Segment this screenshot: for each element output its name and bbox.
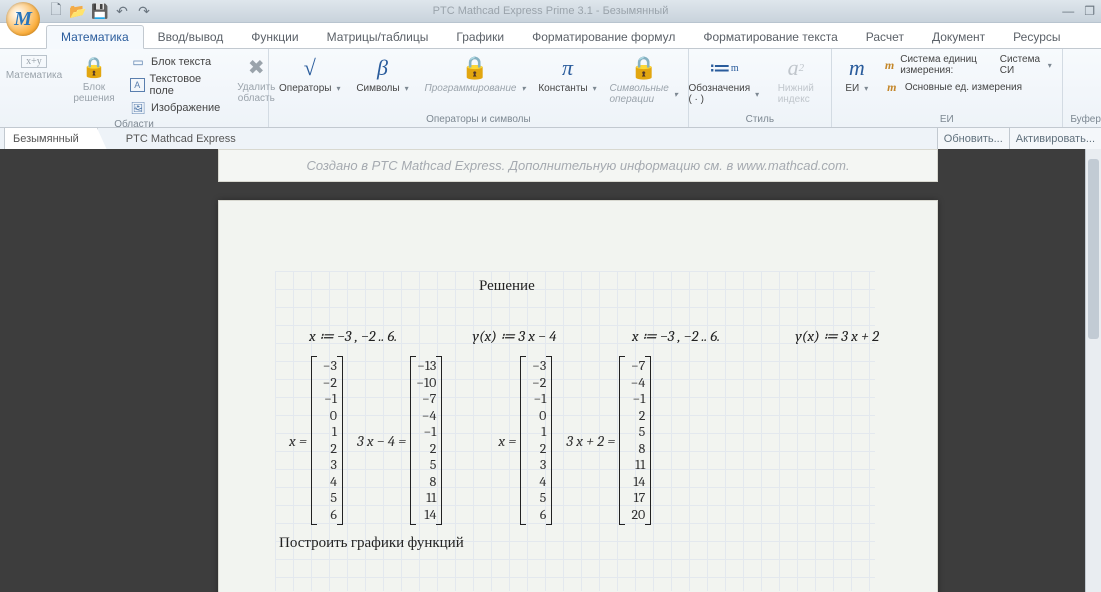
minimize-button[interactable]: —: [1062, 4, 1074, 18]
quick-access-toolbar: 🗋 📂 💾 ↶ ↷: [48, 3, 152, 19]
new-icon[interactable]: 🗋: [48, 3, 64, 19]
tab-math[interactable]: Математика: [46, 25, 144, 49]
group-operators-label: Операторы и символы: [275, 112, 682, 127]
activate-button[interactable]: Активировать...: [1009, 128, 1101, 150]
chevron-down-icon: ▾: [1048, 61, 1052, 70]
window-title: PTC Mathcad Express Prime 3.1 - Безымянн…: [433, 5, 669, 17]
group-units-label: ЕИ: [838, 112, 1056, 127]
solve-block-button: 🔒 Блок решения: [66, 53, 122, 106]
ribbon-tabs: Математика Ввод/вывод Функции Матрицы/та…: [0, 23, 1101, 49]
ribbon: x+y Математика 🔒 Блок решения ▭Блок текс…: [0, 49, 1101, 128]
canvas[interactable]: Создано в PTC Mathcad Express. Дополните…: [0, 149, 1101, 592]
save-icon[interactable]: 💾: [92, 3, 108, 19]
chevron-down-icon: ▾: [755, 90, 759, 99]
title-bar: M 🗋 📂 💾 ↶ ↷ PTC Mathcad Express Prime 3.…: [0, 0, 1101, 23]
text-field-button[interactable]: AТекстовое поле: [126, 72, 224, 98]
task-text[interactable]: Построить графики функций: [279, 533, 464, 552]
text-block-icon: ▭: [130, 54, 146, 70]
constants-button[interactable]: π Константы▾: [533, 53, 601, 96]
operators-icon: √: [304, 55, 316, 81]
group-clipboard-label: Буфер о: [1069, 112, 1101, 127]
tab-calc[interactable]: Расчет: [852, 26, 918, 48]
x-vector-2[interactable]: x = −3−2−10123456: [498, 356, 552, 525]
programming-button: 🔒 Программирование▾: [420, 53, 529, 96]
units-icon: m: [849, 55, 865, 81]
lock-icon: 🔒: [82, 55, 107, 80]
def-x2[interactable]: x ≔ −3 , −2 .. 6.: [632, 327, 720, 345]
image-button[interactable]: 🖼Изображение: [126, 99, 224, 117]
subscript-button: a2 Нижний индекс: [762, 53, 830, 107]
math-region-button: x+y Математика: [6, 53, 62, 83]
tab-document[interactable]: Документ: [918, 26, 999, 48]
y2-vector-values: −7−4−125811141720: [619, 356, 651, 525]
tab-io[interactable]: Ввод/вывод: [144, 26, 238, 48]
document-bar: Безымянный PTC Mathcad Express Обновить.…: [0, 128, 1101, 151]
tab-format-text[interactable]: Форматирование текста: [689, 26, 851, 48]
x-vector-1[interactable]: x = −3−2−10123456: [289, 356, 343, 525]
subscript-icon: a2: [788, 55, 805, 81]
chevron-down-icon: ▾: [405, 84, 409, 93]
symbols-icon: β: [377, 55, 388, 81]
operators-button[interactable]: √ Операторы▾: [275, 53, 344, 96]
y1-vector-values: −13−10−7−4−12581114: [410, 356, 442, 525]
chevron-down-icon: ▾: [336, 84, 340, 93]
document-tab[interactable]: Безымянный: [4, 128, 98, 151]
worksheet-page[interactable]: Решение x ≔ −3 , −2 .. 6. y(x) ≔ 3 x − 4…: [218, 200, 938, 592]
def-x1[interactable]: x ≔ −3 , −2 .. 6.: [309, 327, 397, 345]
base-units-icon: m: [884, 79, 900, 95]
lock-icon: 🔒: [630, 55, 657, 81]
math-region-icon: x+y: [21, 55, 47, 68]
unit-system-value: Система СИ: [1000, 54, 1041, 76]
base-units-row[interactable]: m Основные ед. измерения: [880, 78, 1056, 96]
undo-icon[interactable]: ↶: [114, 3, 130, 19]
express-banner: Создано в PTC Mathcad Express. Дополните…: [218, 149, 938, 182]
text-field-icon: A: [130, 78, 145, 92]
chevron-down-icon: ▾: [674, 90, 678, 99]
text-block-button[interactable]: ▭Блок текста: [126, 53, 224, 71]
def-y2[interactable]: y(x) ≔ 3 x + 2: [795, 327, 879, 345]
lock-icon: 🔒: [461, 55, 488, 81]
unit-system-row[interactable]: m Система единиц измерения: Система СИ ▾: [880, 53, 1056, 77]
y1-vector[interactable]: 3 x − 4 = −13−10−7−4−12581114: [357, 356, 442, 525]
tab-plots[interactable]: Графики: [442, 26, 518, 48]
delete-icon: ✖: [248, 55, 265, 80]
tab-resources[interactable]: Ресурсы: [999, 26, 1074, 48]
chevron-down-icon: ▾: [521, 84, 525, 93]
tab-functions[interactable]: Функции: [237, 26, 312, 48]
def-y1[interactable]: y(x) ≔ 3 x − 4: [473, 327, 557, 345]
vectors-row: x = −3−2−10123456 3 x − 4 = −13−10−7−4−1…: [289, 356, 651, 525]
tab-matrices[interactable]: Матрицы/таблицы: [313, 26, 443, 48]
heading: Решение: [479, 276, 535, 295]
refresh-button[interactable]: Обновить...: [937, 128, 1009, 150]
unit-system-icon: m: [884, 57, 895, 73]
unit-system-label: Система единиц измерения:: [900, 54, 995, 76]
group-style-label: Стиль: [695, 112, 825, 127]
symbols-button[interactable]: β Символы▾: [348, 53, 416, 96]
notation-icon: ≔m: [709, 55, 739, 81]
units-button[interactable]: m ЕИ▾: [838, 53, 876, 96]
maximize-button[interactable]: ❐: [1084, 4, 1095, 18]
symbolic-ops-button: 🔒 Символьные операции▾: [605, 53, 681, 107]
vertical-scrollbar[interactable]: [1085, 149, 1101, 592]
x-vector-2-values: −3−2−10123456: [520, 356, 552, 525]
x-vector-1-values: −3−2−10123456: [311, 356, 343, 525]
chevron-down-icon: ▾: [864, 84, 868, 93]
image-icon: 🖼: [130, 100, 146, 116]
definitions-row: x ≔ −3 , −2 .. 6. y(x) ≔ 3 x − 4 x ≔ −3 …: [309, 327, 879, 345]
tab-format-formulas[interactable]: Форматирование формул: [518, 26, 689, 48]
notation-button[interactable]: ≔m Обозначения ( · )▾: [690, 53, 758, 107]
redo-icon[interactable]: ↷: [136, 3, 152, 19]
chevron-down-icon: ▾: [593, 84, 597, 93]
constants-icon: π: [562, 55, 573, 81]
y2-vector[interactable]: 3 x + 2 = −7−4−125811141720: [566, 356, 651, 525]
open-icon[interactable]: 📂: [70, 3, 86, 19]
document-edition-label: PTC Mathcad Express: [126, 133, 236, 145]
app-menu-button[interactable]: M: [6, 2, 40, 36]
scrollbar-thumb[interactable]: [1088, 159, 1099, 339]
